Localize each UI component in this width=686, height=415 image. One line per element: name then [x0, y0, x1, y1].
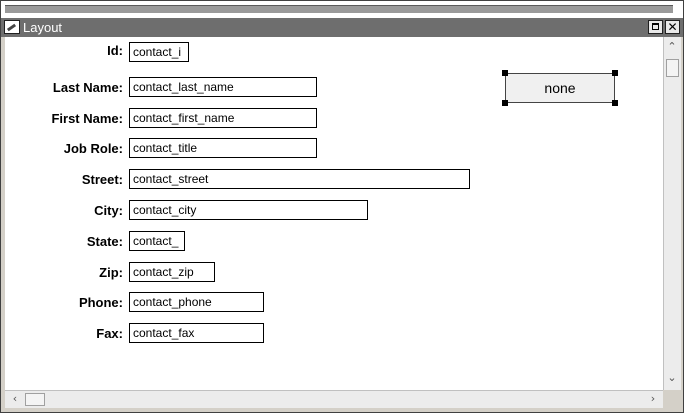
vertical-scrollbar[interactable]: ⌃ ⌄ [663, 37, 681, 390]
horizontal-scrollbar[interactable]: ‹ › [5, 390, 663, 408]
first-name-field[interactable]: contact_first_name [129, 108, 317, 128]
zip-label: Zip: [99, 265, 123, 280]
last-name-label: Last Name: [52, 80, 123, 95]
first-name-label: First Name: [51, 111, 123, 126]
vertical-scroll-thumb[interactable] [666, 59, 679, 77]
selection-handle[interactable] [502, 70, 508, 76]
selection-handle[interactable] [612, 70, 618, 76]
window-top-band [1, 1, 683, 18]
layout-canvas: Id: contact_i Last Name: contact_last_na… [5, 37, 663, 390]
street-field[interactable]: contact_street [129, 169, 470, 189]
none-button[interactable]: none [505, 73, 615, 103]
close-icon: ✕ [667, 20, 678, 34]
arrow-left-icon[interactable]: ‹ [7, 391, 23, 407]
fax-field[interactable]: contact_fax [129, 323, 264, 343]
drag-strip[interactable] [5, 5, 673, 13]
state-field[interactable]: contact_ [129, 231, 185, 251]
title-bar[interactable]: Layout ✕ [1, 18, 683, 37]
horizontal-scroll-thumb[interactable] [25, 393, 45, 406]
window-title: Layout [23, 20, 63, 35]
city-label: City: [94, 203, 123, 218]
selection-handle[interactable] [502, 100, 508, 106]
job-role-label: Job Role: [63, 141, 123, 156]
id-label: Id: [107, 43, 123, 58]
last-name-field[interactable]: contact_last_name [129, 77, 317, 97]
fax-label: Fax: [96, 326, 123, 341]
maximize-button[interactable] [648, 20, 663, 34]
arrow-right-icon[interactable]: › [645, 391, 661, 407]
id-field[interactable]: contact_i [129, 42, 189, 62]
state-label: State: [86, 234, 123, 249]
arrow-down-icon[interactable]: ⌄ [664, 370, 680, 386]
selection-handle[interactable] [612, 100, 618, 106]
layout-window: Layout ✕ Id: contact_i Last Name: contac… [0, 0, 684, 413]
city-field[interactable]: contact_city [129, 200, 368, 220]
arrow-up-icon[interactable]: ⌃ [664, 39, 680, 55]
phone-label: Phone: [78, 295, 123, 310]
zip-field[interactable]: contact_zip [129, 262, 215, 282]
street-label: Street: [81, 172, 123, 187]
close-button[interactable]: ✕ [665, 20, 680, 34]
layout-icon [4, 20, 20, 34]
scrollbar-corner [663, 390, 681, 408]
job-role-field[interactable]: contact_title [129, 138, 317, 158]
phone-field[interactable]: contact_phone [129, 292, 264, 312]
